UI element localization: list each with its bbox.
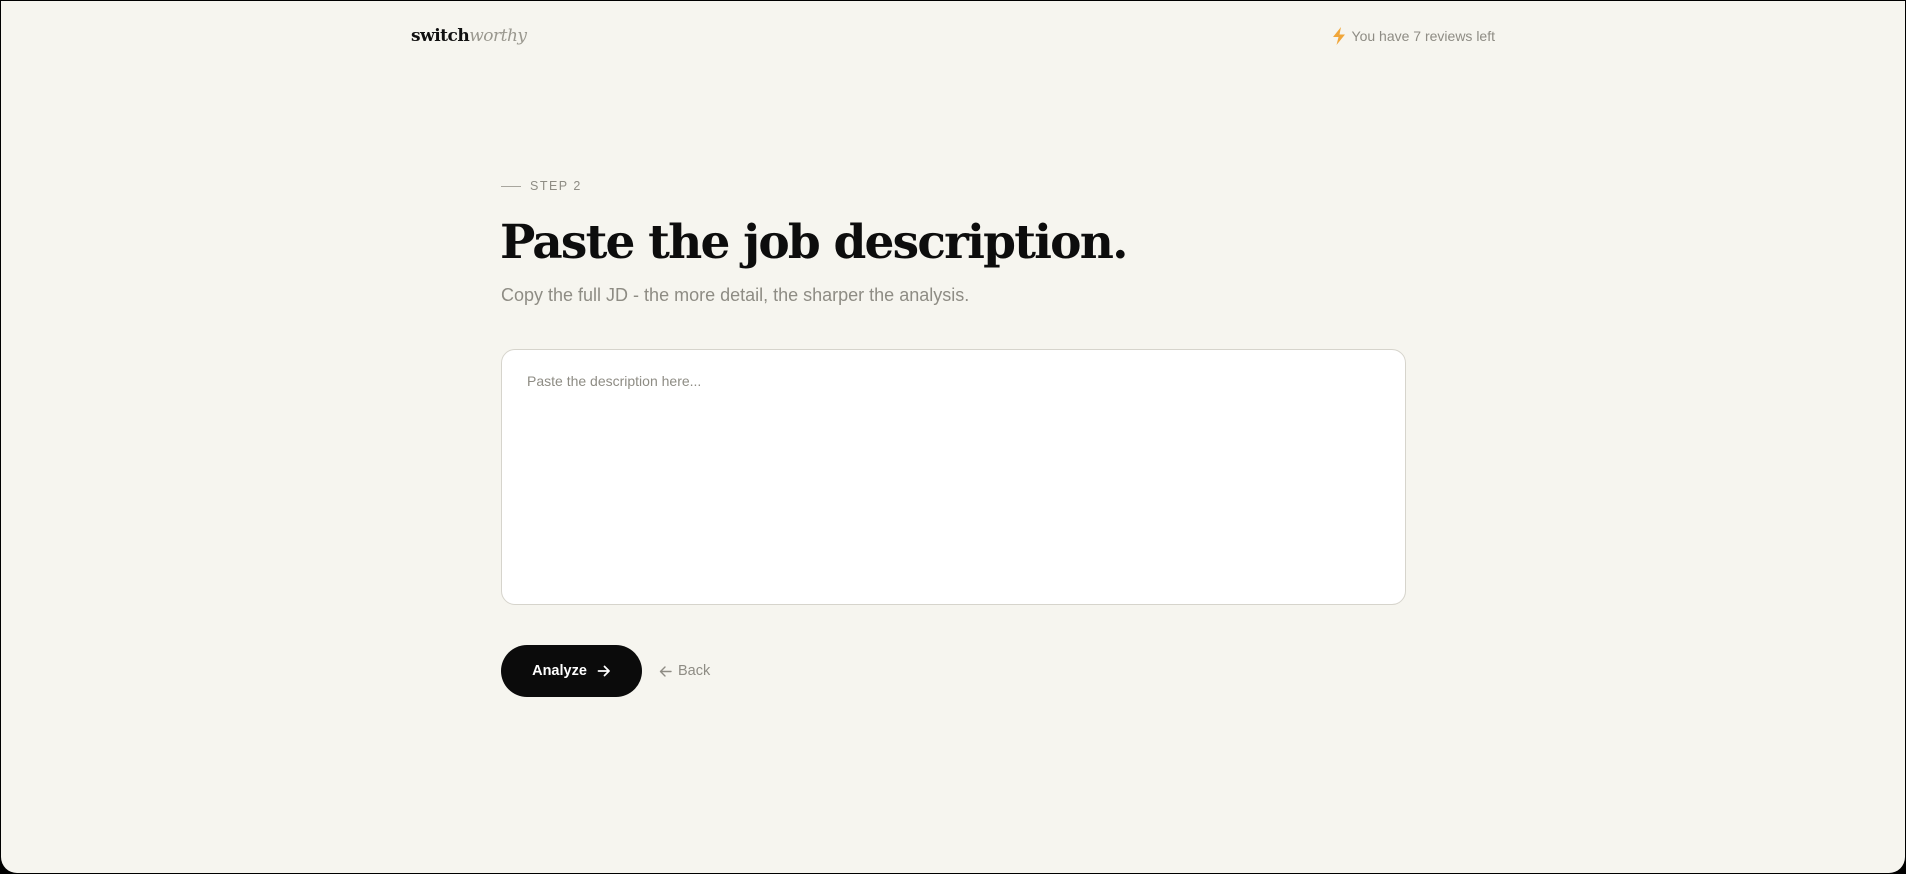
arrow-right-icon — [597, 665, 610, 677]
arrow-left-icon — [659, 665, 672, 677]
analyze-button[interactable]: Analyze — [501, 645, 642, 697]
lightning-icon — [1332, 27, 1345, 45]
job-description-input[interactable] — [501, 349, 1406, 605]
back-button[interactable]: Back — [659, 659, 710, 683]
step-label: STEP 2 — [530, 179, 582, 193]
analyze-button-label: Analyze — [532, 663, 587, 679]
logo-text-secondary: worthy — [469, 26, 527, 46]
reviews-remaining-text: You have 7 reviews left — [1351, 28, 1495, 44]
page-subtitle: Copy the full JD - the more detail, the … — [501, 285, 970, 305]
reviews-remaining: You have 7 reviews left — [1332, 25, 1495, 47]
back-button-label: Back — [678, 663, 711, 679]
app-window: switchworthy You have 7 reviews left STE… — [1, 1, 1905, 873]
logo[interactable]: switchworthy — [411, 25, 527, 47]
step-divider — [501, 185, 521, 187]
logo-text-primary: switch — [411, 26, 470, 46]
step-indicator: STEP 2 — [501, 179, 582, 193]
page-title: Paste the job description. — [500, 215, 1128, 270]
